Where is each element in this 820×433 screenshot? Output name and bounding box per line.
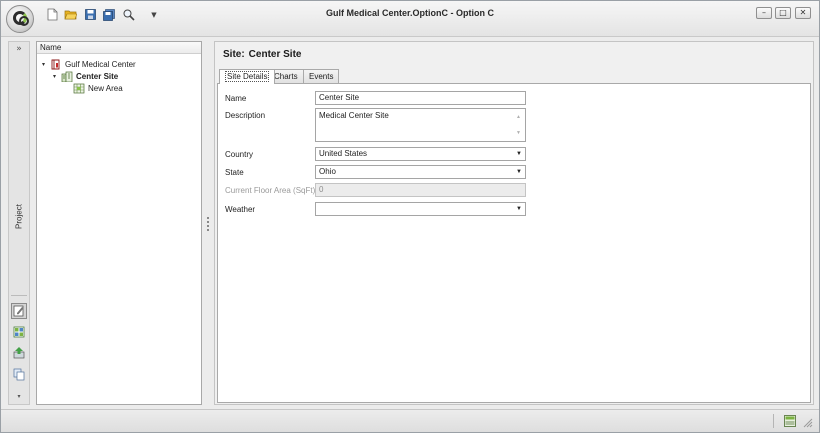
more-buttons-chevron-icon[interactable]: ▾ <box>11 389 27 405</box>
title-bar: ▼ Gulf Medical Center.OptionC - Option C… <box>1 1 819 37</box>
building-icon <box>61 71 73 82</box>
tree-node-gulf-medical-center[interactable]: ▾ Gulf Medical Center <box>40 58 136 70</box>
dropdown-arrow-icon[interactable]: ▼ <box>516 148 522 160</box>
weather-select[interactable]: ▼ <box>315 202 526 216</box>
project-panel-tab[interactable]: Project <box>15 193 24 241</box>
app-window: ▼ Gulf Medical Center.OptionC - Option C… <box>0 0 820 433</box>
tree-node-new-area[interactable]: New Area <box>73 82 123 94</box>
country-value: United States <box>319 149 368 158</box>
panel-splitter[interactable] <box>207 217 210 231</box>
name-label: Name <box>225 94 247 103</box>
export-icon[interactable] <box>11 345 27 361</box>
grid-icon[interactable] <box>11 324 27 340</box>
page-title: Site: Center Site <box>223 49 301 60</box>
state-label: State <box>225 168 244 177</box>
site-details-form: Name Center Site Description Medical Cen… <box>217 83 811 403</box>
new-document-icon[interactable] <box>46 8 59 21</box>
state-value: Ohio <box>319 167 336 176</box>
country-label: Country <box>225 150 254 159</box>
layout-view-icon[interactable] <box>784 415 796 427</box>
open-folder-icon[interactable] <box>64 8 77 21</box>
strip-separator <box>11 295 27 296</box>
project-tree: Name ▾ Gulf Medical Center ▾ Center Site… <box>36 41 202 405</box>
expand-toggle-icon[interactable]: ▾ <box>51 73 58 80</box>
name-field[interactable]: Center Site <box>315 91 526 105</box>
minimize-button[interactable]: – <box>756 7 772 19</box>
tab-label: Events <box>309 72 334 81</box>
customize-dropdown-icon[interactable]: ▼ <box>149 8 159 21</box>
side-dock-strip: » Project ▾ <box>8 41 30 405</box>
tree-node-center-site[interactable]: ▾ Center Site <box>51 70 118 82</box>
tab-label: Site Details <box>225 71 270 82</box>
status-bar <box>1 409 819 432</box>
save-icon[interactable] <box>84 8 97 21</box>
edit-icon[interactable] <box>11 303 27 319</box>
expand-panel-button[interactable]: » <box>9 44 29 58</box>
copy-icon[interactable] <box>11 366 27 382</box>
description-scrollbar[interactable]: ▲ ▼ <box>515 110 524 140</box>
description-value: Medical Center Site <box>319 111 389 120</box>
status-separator <box>773 414 774 428</box>
tree-column-header[interactable]: Name <box>37 42 201 54</box>
description-label: Description <box>225 111 266 120</box>
floor-area-label: Current Floor Area (SqFt) <box>225 186 316 195</box>
page-title-prefix: Site: <box>223 49 245 60</box>
tab-site-details[interactable]: Site Details <box>219 69 276 84</box>
floor-area-field: 0 <box>315 183 526 197</box>
dropdown-arrow-icon[interactable]: ▼ <box>516 166 522 178</box>
save-all-icon[interactable] <box>103 8 116 21</box>
tree-node-label: Gulf Medical Center <box>65 59 136 69</box>
dropdown-arrow-icon[interactable]: ▼ <box>516 203 522 215</box>
book-icon <box>50 59 62 70</box>
app-logo[interactable] <box>6 5 34 33</box>
country-select[interactable]: United States ▼ <box>315 147 526 161</box>
area-icon <box>73 83 85 94</box>
tab-label: Charts <box>274 72 298 81</box>
zoom-icon[interactable] <box>122 8 135 21</box>
tree-node-label: Center Site <box>76 71 119 81</box>
weather-label: Weather <box>225 205 256 214</box>
close-button[interactable]: ✕ <box>795 7 811 19</box>
description-field[interactable]: Medical Center Site ▲ ▼ <box>315 108 526 142</box>
tab-events[interactable]: Events <box>303 69 340 83</box>
expand-toggle-icon[interactable]: ▾ <box>40 61 47 68</box>
site-details-panel: Site: Center Site Site Details Charts Eve… <box>214 41 814 405</box>
tree-node-label: New Area <box>88 83 123 93</box>
page-title-value: Center Site <box>248 49 302 60</box>
resize-grip-icon[interactable] <box>803 418 813 428</box>
maximize-button[interactable]: □ <box>775 7 791 19</box>
state-select[interactable]: Ohio ▼ <box>315 165 526 179</box>
